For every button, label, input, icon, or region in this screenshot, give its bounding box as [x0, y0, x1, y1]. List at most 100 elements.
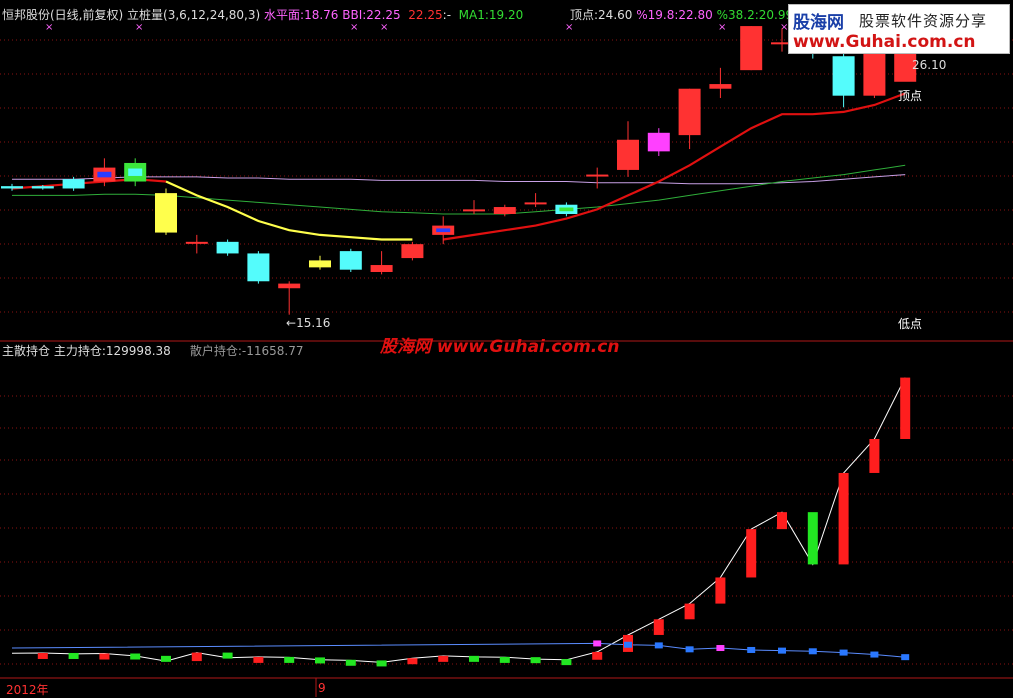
indicator-params: (3,6,12,24,80,3) [163, 8, 261, 22]
candle-inner [128, 168, 143, 176]
main-holding-bar [99, 653, 110, 660]
candle-body [463, 209, 485, 212]
main-holding-bar [561, 659, 572, 666]
candle-body [339, 251, 362, 270]
main-holding-bar [161, 655, 171, 662]
main-holding-bar [684, 603, 695, 620]
main-holding-bar [715, 577, 726, 604]
main-holding-bar [777, 512, 787, 530]
ma-line-yellow [165, 180, 413, 241]
main-holding-bar [345, 659, 356, 666]
main-holding-bar [807, 512, 818, 565]
candle-body [493, 207, 516, 214]
retail-holding-bar [747, 646, 756, 653]
candle-body [278, 283, 301, 289]
retail-holding-bar [685, 646, 694, 653]
main-holding-bar [284, 656, 295, 663]
candle-body [832, 56, 855, 96]
candle-body [370, 265, 393, 272]
brand-logo: 股海网 股票软件资源分享 www.Guhai.com.cn [788, 4, 1010, 54]
candle-body [216, 241, 239, 254]
marker-x: × [350, 22, 358, 33]
candle-body [586, 174, 609, 177]
brand-url: www.Guhai.com.cn [793, 32, 976, 52]
chart-frame [0, 340, 1013, 697]
candle-body [31, 186, 54, 189]
main-holding-bar [130, 653, 141, 660]
bbi-label: BBI: [342, 8, 367, 22]
retail-holding-value: -11658.77 [241, 344, 304, 358]
retail-holding-bar [870, 651, 879, 658]
main-holding-bar [838, 472, 849, 565]
main-holding-value: 129998.38 [105, 344, 171, 358]
main-holding-bar [191, 652, 202, 662]
candle-body [524, 202, 547, 205]
main-holding-bar [900, 377, 911, 439]
retail-holding-bar [901, 654, 910, 661]
main-holding-bar [315, 657, 325, 664]
level-label: 水平面: [264, 8, 305, 22]
watermark: 股海网 www.Guhai.com.cn [380, 337, 620, 357]
candlestick-series [1, 26, 917, 315]
fib2-label: %38.2: [716, 8, 759, 22]
main-holding-bar [407, 658, 418, 665]
fib1-label: %19.8: [636, 8, 679, 22]
main-holding-label: 主力持仓: [53, 344, 106, 358]
level-value: 18.76 [304, 8, 339, 22]
top-point-label: 顶点 [898, 89, 923, 103]
candle-inner [559, 207, 574, 212]
candle-body [740, 26, 763, 71]
low-price-value: 15.16 [296, 316, 331, 330]
ma1-value: 19.20 [488, 8, 524, 22]
main-holding-bar [68, 652, 79, 659]
main-holding-bar [592, 651, 603, 660]
chart-header: 恒邦股份(日线,前复权) 立桩量(3,6,12,24,80,3) 水平面:18.… [2, 8, 523, 22]
candle-body [62, 179, 85, 189]
main-holding-bar [469, 655, 479, 662]
axis-month-label: 9 [318, 681, 326, 695]
lower-header: 主散持仓 主力持仓:129998.38 散户持仓:-11658.77 [2, 344, 304, 358]
candle-body [247, 253, 270, 282]
marker-x: × [380, 22, 388, 33]
candle-body [401, 244, 424, 259]
top-label: 顶点: [570, 8, 599, 22]
retail-holding-bar [593, 640, 602, 647]
main-holding-bar [869, 438, 880, 473]
main-holding-bar [37, 652, 48, 659]
marker-x: × [718, 22, 726, 33]
main-holding-bar [376, 660, 387, 667]
main-holding-bar [438, 655, 449, 662]
main-holding-bar [653, 619, 664, 635]
fib-header: 顶点:24.60 %19.8:22.80 %38.2:20.99 [570, 8, 793, 22]
retail-holding-bar [778, 647, 786, 654]
main-holding-bar [253, 656, 264, 663]
holding-bars [11, 377, 911, 667]
fib1-value: 22.80 [678, 8, 713, 22]
retail-holding-bar [716, 645, 725, 652]
candle-body [155, 193, 177, 233]
brand-cn: 股海网 [793, 13, 844, 33]
price-value: 22.25 [408, 8, 443, 22]
candle-inner [97, 171, 112, 178]
bottom-point-label: 低点 [898, 317, 923, 331]
ma1-label: MA1: [458, 8, 489, 22]
retail-holding-label: 散户持仓: [189, 344, 242, 358]
marker-x: × [135, 22, 143, 33]
candle-body [309, 260, 331, 268]
retail-holding-line [11, 642, 906, 658]
candle-body [863, 49, 886, 96]
main-holding-line [11, 377, 906, 663]
marker-x: × [565, 22, 573, 33]
axis-year-label: 2012年 [6, 683, 49, 697]
marker-x: × [45, 22, 53, 33]
retail-holding-bar [808, 648, 817, 655]
lower-title: 主散持仓 [2, 344, 51, 358]
low-price-label: ←15.16 [286, 316, 331, 330]
retail-holding-bar [839, 649, 848, 656]
main-holding-bar [530, 657, 541, 664]
brand-slogan: 股票软件资源分享 [859, 12, 988, 30]
price-suffix: :- [442, 8, 452, 22]
main-holding-bar [499, 656, 510, 663]
retail-holding-bar [624, 641, 632, 648]
stock-name: 恒邦股份(日线,前复权) [2, 8, 124, 22]
